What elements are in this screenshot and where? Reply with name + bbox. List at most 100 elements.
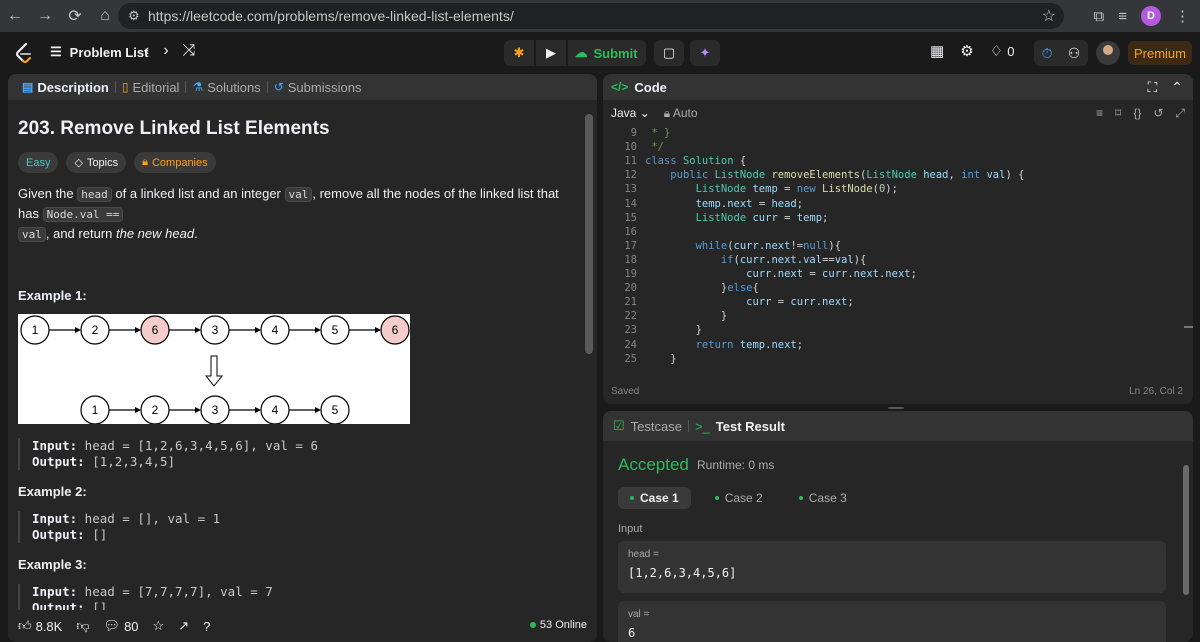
code-line[interactable]: 17 while(curr.next!=null){ xyxy=(603,239,1183,253)
run-button[interactable]: ▶ xyxy=(536,40,566,66)
companies-tag[interactable]: 🔒︎ Companies xyxy=(134,152,216,173)
collapse-icon[interactable]: ⌃ xyxy=(1171,79,1183,96)
reset-icon[interactable]: ↺ xyxy=(1153,106,1163,121)
forward-icon[interactable]: → xyxy=(30,0,60,32)
case-tabs: Case 1 Case 2 Case 3 xyxy=(618,487,859,509)
pass-dot xyxy=(630,496,634,500)
browser-toolbar: ← → ⟳ ⌂ ⚙ https://leetcode.com/problems/… xyxy=(0,0,1200,32)
comment-count: 80 xyxy=(124,618,139,634)
share-icon[interactable]: ↗ xyxy=(178,618,189,634)
premium-button[interactable]: Premium xyxy=(1128,41,1192,65)
line-code: return temp.next; xyxy=(695,338,804,351)
notes-button[interactable]: ▢ xyxy=(654,40,684,66)
layout-icon[interactable]: ▦ xyxy=(930,42,944,60)
code-line[interactable]: 23 } xyxy=(603,323,1183,337)
autocomplete-mode[interactable]: 🔒︎ Auto xyxy=(664,106,698,121)
problem-tags: Easy ◇ Topics 🔒︎ Companies xyxy=(18,152,216,173)
line-number: 18 xyxy=(624,253,637,266)
add-friend-icon[interactable]: ⚇ xyxy=(1068,45,1081,62)
extensions-icon[interactable]: ⧉ xyxy=(1094,8,1105,25)
like-button[interactable]: 👍︎ 8.8K xyxy=(18,618,62,634)
expand-icon[interactable]: ⤢ xyxy=(1175,106,1185,121)
code-line[interactable]: 18 if(curr.next.val==val){ xyxy=(603,253,1183,267)
tab-solutions-label: Solutions xyxy=(207,79,261,95)
case-tab-3[interactable]: Case 3 xyxy=(787,487,859,509)
tab-test-result[interactable]: Test Result xyxy=(716,419,785,434)
description-tabs: ▤ Description ▯ Editorial ⚗ Solutions ↺ … xyxy=(8,74,597,100)
problem-title: 203. Remove Linked List Elements xyxy=(18,118,330,139)
inline-code: val xyxy=(284,187,313,202)
format-icon[interactable]: ≡ xyxy=(1096,106,1103,121)
line-code: public ListNode removeElements(ListNode … xyxy=(670,169,1025,182)
streak-counter[interactable]: ♢ 0 xyxy=(990,42,1015,60)
tab-editorial[interactable]: ▯ Editorial xyxy=(116,80,186,95)
test-panel-scrollbar[interactable] xyxy=(1183,453,1189,638)
bookmark-icon[interactable]: ⌑ xyxy=(1115,106,1121,121)
editor-actions: ≡ ⌑ {} ↺ ⤢ xyxy=(1096,106,1185,121)
description-footer: 👍︎ 8.8K 👎︎ 💬︎ 80 ☆ ↗ ? 53 Online xyxy=(8,610,597,642)
comments-button[interactable]: 💬︎ 80 xyxy=(104,618,139,634)
line-number: 11 xyxy=(624,155,637,168)
user-avatar[interactable] xyxy=(1096,41,1120,65)
reload-icon[interactable]: ⟳ xyxy=(60,0,90,32)
tab-testcase[interactable]: Testcase xyxy=(631,419,682,434)
site-info-icon[interactable]: ⚙ xyxy=(128,8,140,24)
code-line[interactable]: 11 class Solution { xyxy=(603,154,1183,168)
example-2-block: Input: head = [], val = 1 Output: [] xyxy=(18,511,220,543)
tab-solutions[interactable]: ⚗ Solutions xyxy=(186,80,266,95)
braces-icon[interactable]: {} xyxy=(1133,106,1141,121)
code-line[interactable]: 14 temp.next = head; xyxy=(603,197,1183,211)
line-code: if(curr.next.val==val){ xyxy=(720,253,867,266)
next-problem-icon[interactable]: › xyxy=(163,42,168,60)
debug-button[interactable]: ✱ xyxy=(504,40,534,66)
svg-text:6: 6 xyxy=(392,323,399,337)
language-select[interactable]: Java ⌄ xyxy=(611,106,650,121)
back-icon[interactable]: ← xyxy=(0,0,30,32)
problem-list-button[interactable]: ☰ Problem List xyxy=(50,44,148,60)
home-icon[interactable]: ⌂ xyxy=(90,0,120,32)
code-editor[interactable]: 9 * } 10 */11 class Solution {12 public Li… xyxy=(603,126,1193,374)
shuffle-icon[interactable]: ⤨ xyxy=(183,42,196,60)
thumbs-down-icon[interactable]: 👎︎ xyxy=(76,618,89,634)
profile-avatar[interactable]: D xyxy=(1141,6,1161,26)
help-icon[interactable]: ? xyxy=(203,619,210,634)
code-line[interactable]: 25 } xyxy=(603,352,1183,366)
tab-submissions[interactable]: ↺ Submissions xyxy=(268,80,368,95)
line-number: 25 xyxy=(624,352,637,365)
svg-text:2: 2 xyxy=(152,403,159,417)
menu-kebab-icon[interactable]: ⋮ xyxy=(1175,7,1190,25)
tab-search-icon[interactable]: ≡ xyxy=(1118,8,1127,25)
code-line[interactable]: 12 public ListNode removeElements(ListNo… xyxy=(603,168,1183,182)
code-line[interactable]: 10 */ xyxy=(603,140,1183,154)
fullscreen-icon[interactable]: ⛶ xyxy=(1147,79,1157,96)
settings-gear-icon[interactable]: ⚙ xyxy=(960,42,973,60)
ai-assist-button[interactable]: ✦ xyxy=(690,40,720,66)
panel-resize-handle[interactable] xyxy=(888,407,904,409)
code-line[interactable]: 16 xyxy=(603,225,1183,239)
submit-button[interactable]: ☁ Submit xyxy=(568,40,646,66)
code-line[interactable]: 24 return temp.next; xyxy=(603,338,1183,352)
code-line[interactable]: 22 } xyxy=(603,309,1183,323)
thumbs-up-icon: 👍︎ xyxy=(18,618,32,633)
prev-problem-icon[interactable]: ‹ xyxy=(144,42,149,60)
code-line[interactable]: 15 ListNode curr = temp; xyxy=(603,211,1183,225)
tab-description[interactable]: ▤ Description xyxy=(16,80,115,95)
line-number: 20 xyxy=(624,282,637,295)
address-bar[interactable]: ⚙ https://leetcode.com/problems/remove-l… xyxy=(118,3,1064,29)
topics-tag[interactable]: ◇ Topics xyxy=(66,152,127,173)
favorite-star-icon[interactable]: ☆ xyxy=(153,618,165,634)
leetcode-logo[interactable] xyxy=(14,42,34,64)
bookmark-star-icon[interactable]: ☆ xyxy=(1042,6,1056,26)
code-line[interactable]: 19 curr.next = curr.next.next; xyxy=(603,267,1183,281)
timer-icon[interactable]: ⏱ xyxy=(1042,45,1053,62)
example-1-heading: Example 1: xyxy=(18,288,87,303)
description-scrollbar[interactable] xyxy=(585,114,593,354)
case-tab-1[interactable]: Case 1 xyxy=(618,487,691,509)
code-line[interactable]: 13 ListNode temp = new ListNode(0); xyxy=(603,182,1183,196)
tab-description-label: Description xyxy=(37,79,109,95)
case-tab-2[interactable]: Case 2 xyxy=(703,487,775,509)
code-line[interactable]: 9 * } xyxy=(603,126,1183,140)
code-line[interactable]: 20 }else{ xyxy=(603,281,1183,295)
scroll-thumb[interactable] xyxy=(1183,465,1189,595)
code-line[interactable]: 21 curr = curr.next; xyxy=(603,295,1183,309)
